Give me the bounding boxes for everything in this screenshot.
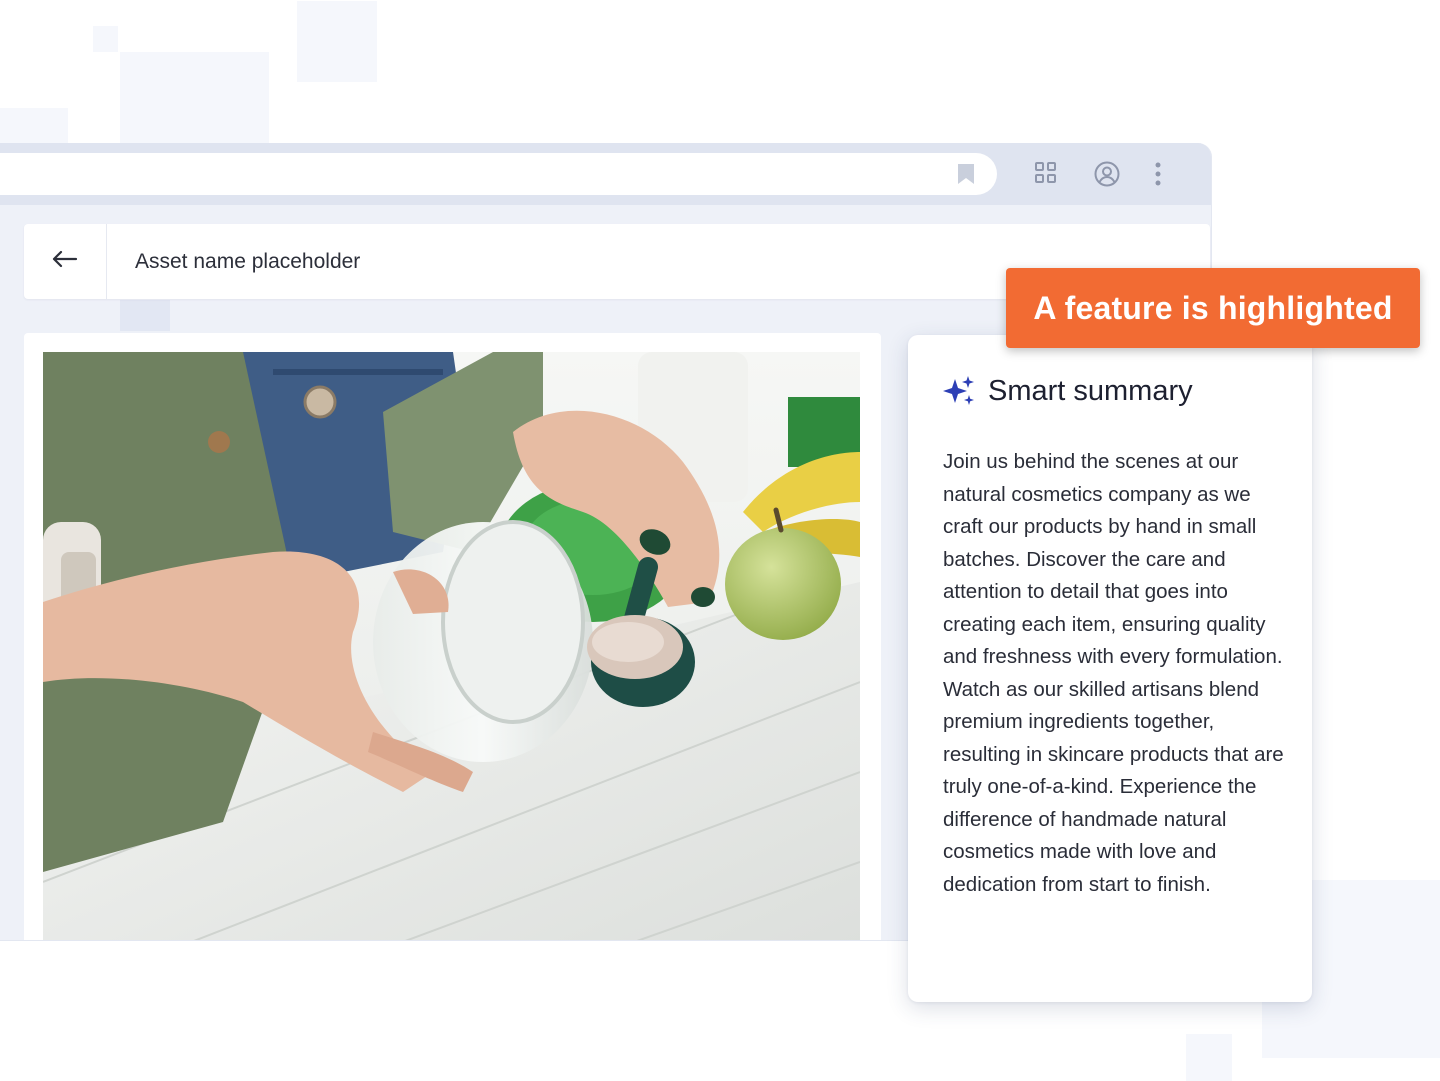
media-preview-card (24, 333, 881, 940)
smart-summary-panel: Smart summary Join us behind the scenes … (908, 335, 1312, 1002)
background-decoration (120, 52, 269, 144)
back-button[interactable] (24, 224, 107, 299)
summary-text: Join us behind the scenes at our natural… (943, 450, 1284, 896)
background-decoration (120, 300, 170, 331)
asset-title: Asset name placeholder (135, 250, 361, 273)
asset-photo-illustration (43, 352, 860, 940)
feature-highlight-callout: A feature is highlighted (1006, 268, 1420, 348)
background-decoration (0, 108, 68, 144)
summary-title: Smart summary (988, 375, 1193, 407)
background-decoration (93, 26, 118, 52)
arrow-left-icon (52, 250, 78, 273)
feature-highlight-label: A feature is highlighted (1033, 289, 1393, 326)
apps-grid-icon[interactable] (1034, 161, 1058, 190)
background-decoration (297, 1, 377, 82)
address-bar[interactable] (0, 153, 997, 195)
asset-image[interactable] (43, 352, 860, 940)
more-vertical-icon[interactable] (1150, 161, 1166, 192)
browser-toolbar (0, 143, 1211, 205)
background-decoration (1186, 1034, 1232, 1081)
sparkle-icon (942, 375, 976, 412)
profile-icon[interactable] (1094, 161, 1120, 192)
bookmark-icon[interactable] (957, 163, 975, 190)
